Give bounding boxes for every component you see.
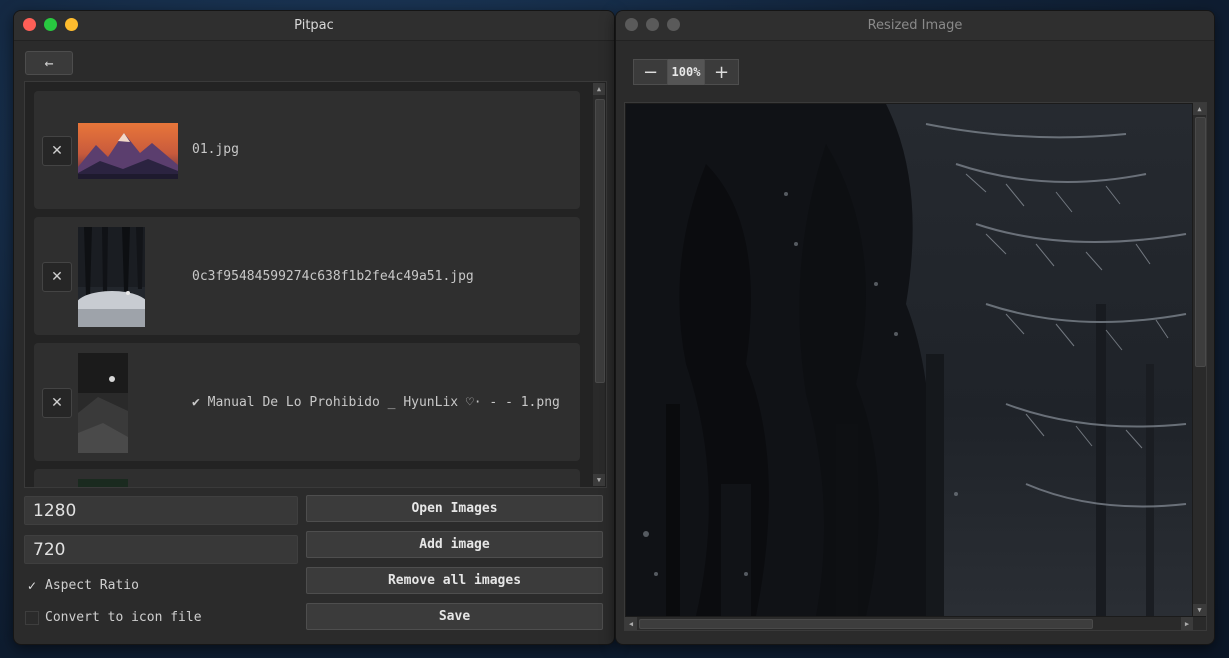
aspect-ratio-label: Aspect Ratio xyxy=(45,578,139,593)
add-image-button[interactable]: Add image xyxy=(306,531,603,558)
scroll-down-icon[interactable]: ▼ xyxy=(593,474,605,486)
window-title: Resized Image xyxy=(867,18,963,33)
scroll-right-icon[interactable]: ▶ xyxy=(1181,617,1193,630)
list-item: ✕ 0c3f95484599274c638f1b2fe4c49a51.jpg xyxy=(34,217,580,335)
zoom-in-button[interactable]: + xyxy=(704,59,739,85)
close-icon: ✕ xyxy=(51,269,63,285)
scroll-left-icon[interactable]: ◀ xyxy=(625,617,637,630)
close-icon: ✕ xyxy=(51,143,63,159)
scrollbar-thumb[interactable] xyxy=(639,619,1093,629)
image-filename: ✔ Manual De Lo Prohibido _ HyunLix ♡· - … xyxy=(192,395,560,410)
convert-icon-label: Convert to icon file xyxy=(45,610,202,625)
image-thumbnail xyxy=(78,353,128,453)
zoom-controls: − 100% + xyxy=(633,59,739,85)
image-thumbnail xyxy=(78,479,128,487)
minus-icon: − xyxy=(642,61,659,83)
zoom-level: 100% xyxy=(668,59,704,85)
forest-image xyxy=(626,104,1192,616)
plus-icon: + xyxy=(713,61,730,83)
height-input[interactable]: 720 xyxy=(24,535,298,564)
list-scrollbar[interactable]: ▲ ▼ xyxy=(593,83,605,486)
scrollbar-thumb[interactable] xyxy=(1195,117,1206,367)
aspect-ratio-checkbox[interactable]: ✓ Aspect Ratio xyxy=(25,578,139,593)
preview-vertical-scrollbar[interactable]: ▲ ▼ xyxy=(1193,103,1206,616)
close-icon: ✕ xyxy=(51,395,63,411)
remove-all-images-button[interactable]: Remove all images xyxy=(306,567,603,594)
remove-image-button[interactable]: ✕ xyxy=(42,388,72,418)
image-list: ✕ 01.jpg ✕ 0c3f95484599274c638f1b2fe4c49… xyxy=(24,81,607,488)
scroll-up-icon[interactable]: ▲ xyxy=(1193,103,1206,115)
width-input[interactable]: 1280 xyxy=(24,496,298,525)
pitpac-window: Pitpac ← ✕ 01.jpg ✕ 0c3f95484599274c638f… xyxy=(13,10,615,645)
open-images-button[interactable]: Open Images xyxy=(306,495,603,522)
title-bar: Resized Image xyxy=(616,11,1214,41)
image-thumbnail xyxy=(78,227,145,327)
convert-icon-checkbox[interactable]: Convert to icon file xyxy=(25,610,202,625)
preview-horizontal-scrollbar[interactable]: ◀ ▶ xyxy=(625,617,1206,630)
unchecked-box-icon xyxy=(25,610,39,625)
scroll-up-icon[interactable]: ▲ xyxy=(593,83,605,95)
window-title: Pitpac xyxy=(294,18,334,33)
resized-image-window: Resized Image − 100% + ▲ ▼ ◀ ▶ xyxy=(615,10,1215,645)
scroll-down-icon[interactable]: ▼ xyxy=(1193,604,1206,616)
list-item: ✕ 01.jpg xyxy=(34,91,580,209)
title-bar: Pitpac xyxy=(14,11,614,41)
traffic-lights xyxy=(625,18,680,31)
traffic-lights xyxy=(23,18,78,31)
check-icon: ✓ xyxy=(26,578,38,593)
zoom-out-button[interactable]: − xyxy=(633,59,668,85)
image-preview: ▲ ▼ ◀ ▶ xyxy=(624,102,1207,631)
list-item xyxy=(34,469,580,487)
arrow-left-icon: ← xyxy=(44,54,54,72)
scrollbar-thumb[interactable] xyxy=(595,99,605,383)
minimize-window-button[interactable] xyxy=(646,18,659,31)
image-filename: 0c3f95484599274c638f1b2fe4c49a51.jpg xyxy=(192,269,474,284)
image-thumbnail xyxy=(78,123,178,179)
zoom-window-button[interactable] xyxy=(667,18,680,31)
save-button[interactable]: Save xyxy=(306,603,603,630)
back-button[interactable]: ← xyxy=(25,51,73,75)
list-item: ✕ ✔ Manual De Lo Prohibido _ HyunLix ♡· … xyxy=(34,343,580,461)
remove-image-button[interactable]: ✕ xyxy=(42,136,72,166)
zoom-window-button[interactable] xyxy=(44,18,57,31)
close-window-button[interactable] xyxy=(23,18,36,31)
minimize-window-button[interactable] xyxy=(65,18,78,31)
close-window-button[interactable] xyxy=(625,18,638,31)
remove-image-button[interactable]: ✕ xyxy=(42,262,72,292)
image-filename: 01.jpg xyxy=(192,142,239,157)
